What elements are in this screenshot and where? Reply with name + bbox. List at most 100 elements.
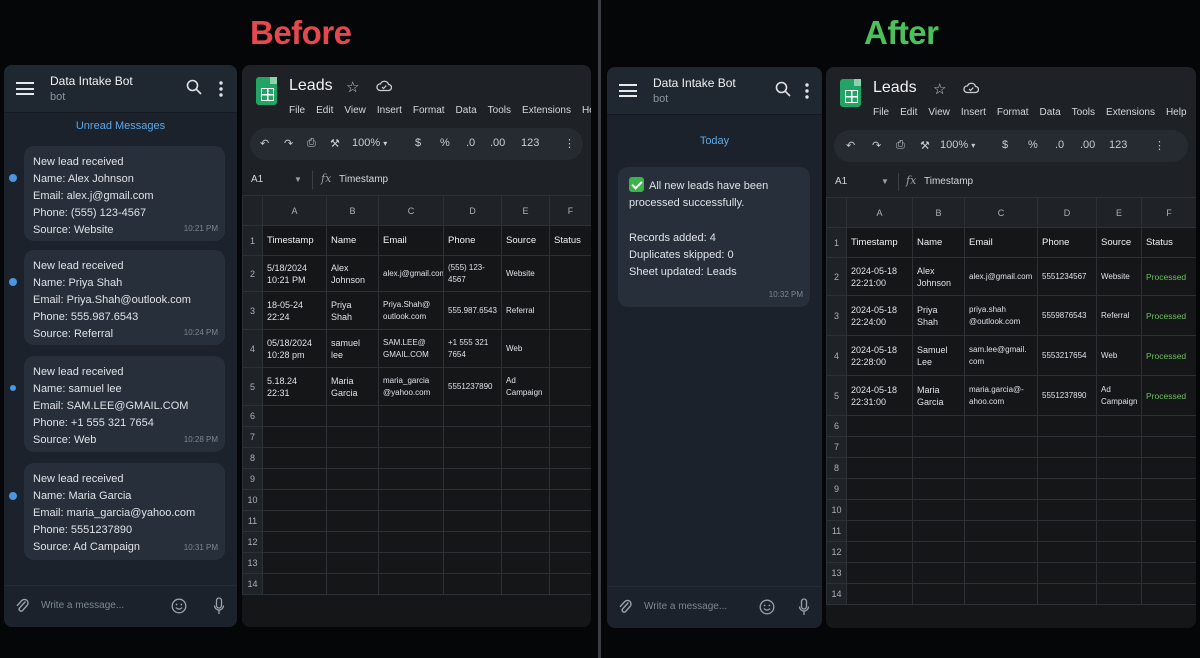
header-cell[interactable]: Phone <box>443 225 502 256</box>
row-header[interactable]: 13 <box>242 552 263 574</box>
menu-format[interactable]: Format <box>413 105 445 116</box>
table-cell[interactable]: Processed <box>1141 375 1196 416</box>
table-cell[interactable] <box>326 489 379 511</box>
table-cell[interactable] <box>846 499 913 521</box>
emoji-icon[interactable] <box>759 599 775 615</box>
table-cell[interactable] <box>549 405 591 427</box>
table-cell[interactable] <box>1141 457 1196 479</box>
table-cell[interactable] <box>443 489 502 511</box>
table-cell[interactable] <box>549 489 591 511</box>
cloud-status-icon[interactable] <box>963 81 979 95</box>
table-cell[interactable] <box>846 478 913 500</box>
star-icon[interactable]: ☆ <box>346 78 359 96</box>
table-cell[interactable] <box>326 468 379 490</box>
table-cell[interactable] <box>1037 520 1097 542</box>
menu-file[interactable]: File <box>873 107 889 118</box>
currency-button[interactable]: $ <box>1002 139 1008 151</box>
percent-button[interactable]: % <box>1028 139 1038 151</box>
table-cell[interactable] <box>964 415 1038 437</box>
table-cell[interactable] <box>378 468 444 490</box>
row-header[interactable]: 14 <box>242 573 263 595</box>
table-cell[interactable] <box>549 552 591 574</box>
menu-file[interactable]: File <box>289 105 305 116</box>
table-cell[interactable]: sam.lee@gmail. com <box>964 335 1038 376</box>
row-header[interactable]: 4 <box>826 335 847 376</box>
row-header[interactable]: 3 <box>242 291 263 330</box>
table-cell[interactable]: (555) 123-4567 <box>443 255 502 292</box>
header-cell[interactable]: Timestamp <box>846 227 913 258</box>
table-cell[interactable] <box>964 562 1038 584</box>
table-cell[interactable] <box>1141 541 1196 563</box>
table-cell[interactable]: 5559876543 <box>1037 295 1097 336</box>
print-icon[interactable]: ⎙ <box>307 137 316 150</box>
table-cell[interactable] <box>378 489 444 511</box>
more-options-icon[interactable] <box>804 82 810 100</box>
table-cell[interactable]: Ad Campaign <box>501 367 550 406</box>
menu-edit[interactable]: Edit <box>900 107 917 118</box>
header-cell[interactable]: Email <box>964 227 1038 258</box>
message-bubble[interactable]: New lead received Name: Priya Shah Email… <box>24 250 225 345</box>
more-options-icon[interactable]: ⋮ <box>1154 139 1165 152</box>
row-header[interactable]: 10 <box>242 489 263 511</box>
table-cell[interactable] <box>549 426 591 448</box>
table-cell[interactable]: Priya Shah <box>912 295 965 336</box>
table-cell[interactable] <box>1096 499 1142 521</box>
table-cell[interactable] <box>846 436 913 458</box>
header-cell[interactable]: Email <box>378 225 444 256</box>
header-cell[interactable]: Phone <box>1037 227 1097 258</box>
column-header-a[interactable]: A <box>262 195 327 226</box>
table-cell[interactable] <box>549 510 591 532</box>
table-cell[interactable] <box>912 436 965 458</box>
row-header[interactable]: 1 <box>826 227 847 258</box>
table-cell[interactable] <box>1141 499 1196 521</box>
table-cell[interactable] <box>912 562 965 584</box>
table-cell[interactable] <box>1141 478 1196 500</box>
table-cell[interactable] <box>262 510 327 532</box>
message-bubble[interactable]: All new leads have been processed succes… <box>618 167 810 307</box>
table-cell[interactable] <box>549 468 591 490</box>
table-cell[interactable] <box>1096 415 1142 437</box>
table-cell[interactable] <box>378 510 444 532</box>
table-cell[interactable] <box>1141 562 1196 584</box>
menu-view[interactable]: View <box>344 105 366 116</box>
row-header[interactable]: 2 <box>242 255 263 292</box>
table-cell[interactable]: samuel lee <box>326 329 379 368</box>
column-header-e[interactable]: E <box>1096 197 1142 228</box>
paint-format-icon[interactable]: ⚒ <box>920 139 930 152</box>
increase-decimal-button[interactable]: .00 <box>490 137 505 149</box>
chevron-down-icon[interactable]: ▼ <box>294 175 302 184</box>
redo-icon[interactable]: ↷ <box>872 139 881 152</box>
table-cell[interactable] <box>262 552 327 574</box>
table-cell[interactable] <box>1096 457 1142 479</box>
table-cell[interactable]: 5.18.24 22:31 <box>262 367 327 406</box>
table-cell[interactable] <box>501 447 550 469</box>
table-cell[interactable] <box>964 478 1038 500</box>
table-cell[interactable] <box>1141 520 1196 542</box>
column-header-c[interactable]: C <box>964 197 1038 228</box>
table-cell[interactable] <box>964 436 1038 458</box>
menu-extensions[interactable]: Extensions <box>522 105 571 116</box>
table-cell[interactable] <box>549 329 591 368</box>
spreadsheet-grid[interactable]: A B C D E F 1 Timestamp Name Email Phone Source Stat… <box>242 195 591 627</box>
table-cell[interactable]: 05/18/2024 10:28 pm <box>262 329 327 368</box>
table-cell[interactable]: Website <box>1096 257 1142 296</box>
table-cell[interactable] <box>912 415 965 437</box>
table-cell[interactable] <box>501 510 550 532</box>
table-cell[interactable] <box>443 405 502 427</box>
table-cell[interactable] <box>501 468 550 490</box>
table-cell[interactable]: Processed <box>1141 257 1196 296</box>
table-cell[interactable]: 555.987.6543 <box>443 291 502 330</box>
menu-extensions[interactable]: Extensions <box>1106 107 1155 118</box>
select-all-corner[interactable] <box>826 197 847 228</box>
table-cell[interactable] <box>326 447 379 469</box>
row-header[interactable]: 3 <box>826 295 847 336</box>
table-cell[interactable] <box>1037 541 1097 563</box>
more-options-icon[interactable]: ⋮ <box>564 137 575 150</box>
currency-button[interactable]: $ <box>415 137 421 149</box>
row-header[interactable]: 6 <box>242 405 263 427</box>
table-cell[interactable]: Referral <box>1096 295 1142 336</box>
table-cell[interactable] <box>1037 583 1097 605</box>
table-cell[interactable] <box>846 541 913 563</box>
table-cell[interactable] <box>846 562 913 584</box>
print-icon[interactable]: ⎙ <box>896 139 905 152</box>
